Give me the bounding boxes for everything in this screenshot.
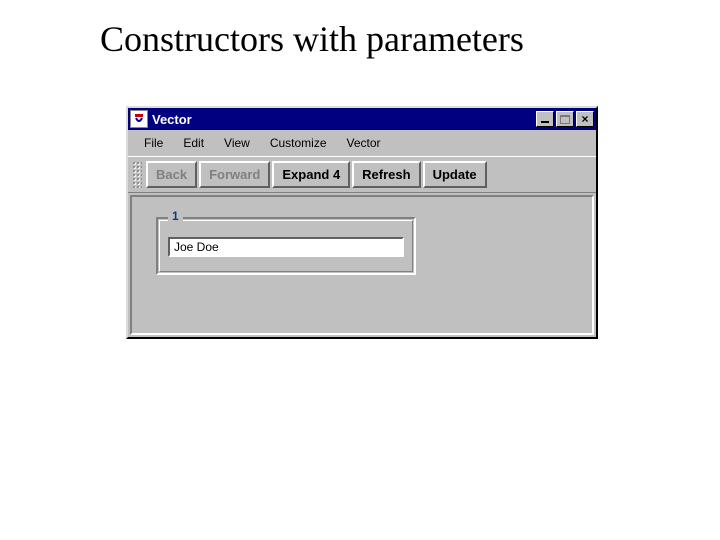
maximize-button (556, 111, 574, 127)
minimize-button[interactable] (536, 111, 554, 127)
forward-button: Forward (199, 161, 270, 188)
minimize-icon (541, 121, 549, 123)
name-input[interactable] (168, 237, 404, 257)
close-icon: × (581, 113, 588, 125)
refresh-button[interactable]: Refresh (352, 161, 420, 188)
menu-edit[interactable]: Edit (173, 134, 214, 152)
slide-title: Constructors with parameters (100, 18, 524, 60)
toolbar: Back Forward Expand 4 Refresh Update (128, 156, 596, 193)
titlebar[interactable]: Vector × (128, 108, 596, 130)
group-box: 1 (156, 217, 416, 275)
maximize-icon (560, 115, 570, 124)
menu-customize[interactable]: Customize (260, 134, 337, 152)
close-button[interactable]: × (576, 111, 594, 127)
app-window: Vector × File Edit View Customize Vector… (126, 106, 598, 339)
toolbar-grip-icon[interactable] (132, 161, 142, 188)
expand-button[interactable]: Expand 4 (272, 161, 350, 188)
back-button: Back (146, 161, 197, 188)
update-button[interactable]: Update (423, 161, 487, 188)
client-area: 1 (130, 195, 594, 335)
toolbar-buttons: Back Forward Expand 4 Refresh Update (146, 159, 487, 190)
group-label: 1 (168, 209, 183, 223)
menu-file[interactable]: File (134, 134, 173, 152)
window-controls: × (536, 111, 594, 127)
menu-vector[interactable]: Vector (337, 134, 391, 152)
menubar: File Edit View Customize Vector (128, 130, 596, 156)
window-title: Vector (152, 112, 536, 127)
app-icon (130, 110, 148, 128)
menu-view[interactable]: View (214, 134, 260, 152)
